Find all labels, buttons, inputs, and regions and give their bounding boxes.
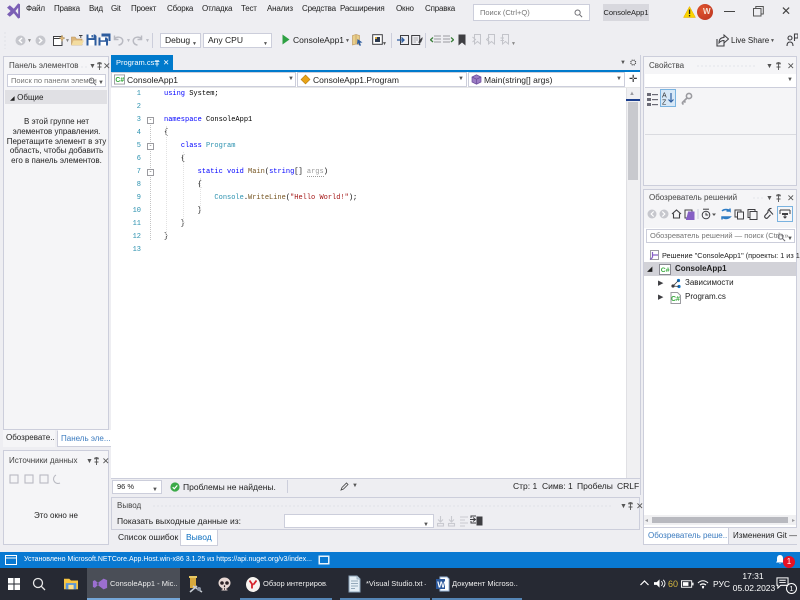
svg-text:C#: C# bbox=[671, 296, 680, 303]
svg-text:W: W bbox=[437, 580, 446, 590]
svg-text:C#: C# bbox=[661, 267, 670, 274]
svg-text:Z: Z bbox=[662, 100, 667, 106]
svg-text:C#: C# bbox=[115, 77, 124, 84]
svg-text:A: A bbox=[662, 93, 667, 100]
